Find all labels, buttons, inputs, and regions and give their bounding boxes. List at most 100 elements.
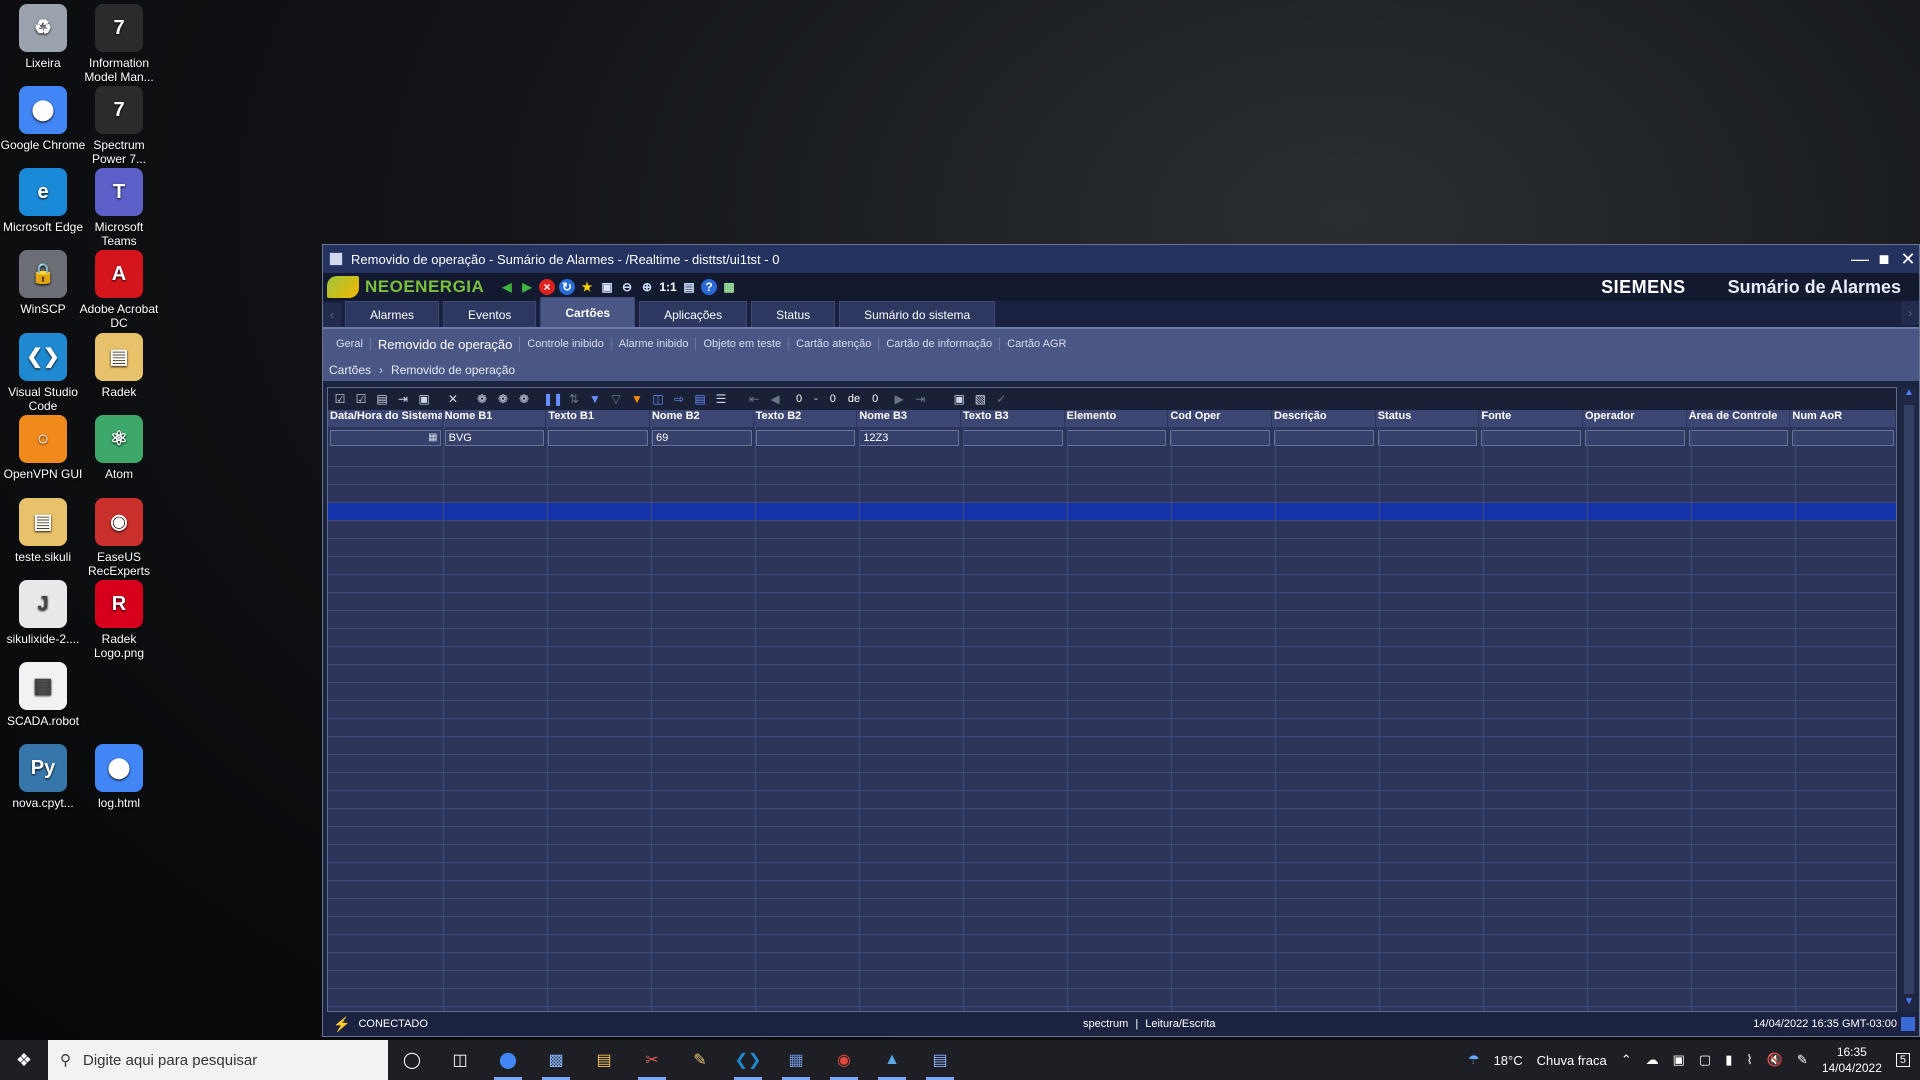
desktop-icon[interactable]: ❮❯ Visual Studio Code xyxy=(0,333,86,413)
favorite-star-icon[interactable]: ★ xyxy=(579,279,595,295)
maximize-button[interactable]: ■ xyxy=(1873,248,1895,270)
tab-aplica-es[interactable]: Aplicações xyxy=(639,301,748,327)
export-icon[interactable]: ▣ xyxy=(599,279,615,295)
weather-text[interactable]: Chuva fraca xyxy=(1537,1053,1607,1068)
tab-eventos[interactable]: Eventos xyxy=(443,301,537,327)
sort-icon[interactable]: ⇅ xyxy=(566,391,582,407)
column-filter-input[interactable] xyxy=(1066,430,1167,446)
desktop-icon[interactable]: ○ OpenVPN GUI xyxy=(0,415,86,481)
acknowledge-icon[interactable]: ☑ xyxy=(332,391,348,407)
taskbar-spectrum-icon[interactable]: ▦ xyxy=(772,1040,820,1080)
desktop-icon[interactable]: ▤ SCADA.robot xyxy=(0,662,86,728)
tab-alarmes[interactable]: Alarmes xyxy=(345,301,440,327)
table-row[interactable] xyxy=(328,665,1896,683)
tab-sum-rio-do-sistema[interactable]: Sumário do sistema xyxy=(839,301,996,327)
desktop-icon[interactable]: ⬤ Google Chrome xyxy=(0,86,86,152)
table-row[interactable] xyxy=(328,611,1896,629)
column-filter-input[interactable]: BVG xyxy=(444,430,545,446)
desktop-icon[interactable]: 7 Spectrum Power 7... xyxy=(76,86,162,166)
pen-icon[interactable]: ✎ xyxy=(1797,1052,1808,1068)
desktop-icon[interactable]: T Microsoft Teams xyxy=(76,168,162,248)
table-row[interactable] xyxy=(328,701,1896,719)
scroll-down-icon[interactable]: ▼ xyxy=(1901,996,1917,1012)
table-row[interactable] xyxy=(328,539,1896,557)
desktop-icon[interactable]: ♻ Lixeira xyxy=(0,4,86,70)
details-icon[interactable]: ▤ xyxy=(374,391,390,407)
tag-icon[interactable]: ❁ xyxy=(474,391,490,407)
table-row[interactable] xyxy=(328,557,1896,575)
forward-arrow-icon[interactable]: ▶ xyxy=(519,279,535,295)
desktop-icon[interactable]: 7 Information Model Man... xyxy=(76,4,162,84)
column-header[interactable]: Texto B3 xyxy=(961,410,1065,427)
filter-active-icon[interactable]: ▼ xyxy=(629,391,645,407)
table-row[interactable] xyxy=(328,683,1896,701)
table-row[interactable] xyxy=(328,755,1896,773)
column-filter-input[interactable] xyxy=(1377,430,1478,446)
taskbar-photos-icon[interactable]: ▲ xyxy=(868,1040,916,1080)
column-filter-input[interactable] xyxy=(1481,430,1582,446)
table-row[interactable] xyxy=(328,881,1896,899)
list-settings-icon[interactable]: ☰ xyxy=(713,391,729,407)
taskbar-paint-icon[interactable]: ✎ xyxy=(676,1040,724,1080)
calendar-icon[interactable]: ▦ xyxy=(428,431,437,445)
desktop-icon[interactable]: e Microsoft Edge xyxy=(0,168,86,234)
table-row[interactable] xyxy=(328,773,1896,791)
column-header[interactable]: Operador xyxy=(1583,410,1687,427)
column-filter-input[interactable] xyxy=(1688,430,1789,446)
battery-icon[interactable]: ▮ xyxy=(1725,1052,1732,1068)
desktop-icon[interactable]: Py nova.cpyt... xyxy=(0,744,86,810)
subtab-item[interactable]: Cartão AGR xyxy=(1000,338,1073,350)
display-icon[interactable]: ▢ xyxy=(1699,1052,1711,1068)
desktop-icon[interactable]: ▤ Radek xyxy=(76,333,162,399)
print-icon[interactable]: ▦ xyxy=(721,279,737,295)
tabs-scroll-left-icon[interactable]: ‹ xyxy=(323,303,341,327)
desktop-icon[interactable]: R Radek Logo.png xyxy=(76,580,162,660)
delete-icon[interactable]: ✕ xyxy=(445,391,461,407)
desktop-icon[interactable]: ⬤ log.html xyxy=(76,744,162,810)
column-header[interactable]: Área de Controle xyxy=(1687,410,1791,427)
taskbar-search[interactable]: ⚲ Digite aqui para pesquisar xyxy=(48,1040,388,1080)
column-filter-input[interactable] xyxy=(548,430,648,446)
taskbar-file-explorer-icon[interactable]: ▤ xyxy=(580,1040,628,1080)
filter-icon[interactable]: ▼ xyxy=(587,391,603,407)
subtab-item[interactable]: Removido de operação xyxy=(371,336,521,352)
volume-muted-icon[interactable]: 🔇 xyxy=(1767,1052,1783,1068)
tabs-scroll-right-icon[interactable]: › xyxy=(1901,301,1919,325)
table-row[interactable] xyxy=(328,737,1896,755)
column-header[interactable]: Nome B2 xyxy=(650,410,754,427)
table-row[interactable] xyxy=(328,593,1896,611)
help-icon[interactable]: ? xyxy=(701,279,717,295)
table-row[interactable] xyxy=(328,917,1896,935)
first-page-icon[interactable]: ⇤ xyxy=(746,391,762,407)
table-row[interactable] xyxy=(328,971,1896,989)
acknowledge-all-icon[interactable]: ☑ xyxy=(353,391,369,407)
notification-icon[interactable]: 5 xyxy=(1895,1053,1910,1067)
scroll-thumb[interactable] xyxy=(1904,405,1914,994)
start-button[interactable]: ❖ xyxy=(0,1040,48,1080)
zoom-out-icon[interactable]: ⊖ xyxy=(619,279,635,295)
table-row-selected[interactable] xyxy=(328,503,1896,521)
column-header[interactable]: Nome B3 xyxy=(857,410,961,427)
taskbar-chrome-icon[interactable]: ⬤ xyxy=(484,1040,532,1080)
wifi-icon[interactable]: ⌇ xyxy=(1746,1052,1752,1068)
column-header[interactable]: Texto B1 xyxy=(546,410,650,427)
document-icon[interactable]: ▤ xyxy=(681,279,697,295)
erase-icon[interactable]: ✓ xyxy=(993,391,1009,407)
column-filter-input[interactable] xyxy=(1585,430,1685,446)
pause-icon[interactable]: ❚❚ xyxy=(543,391,563,407)
minimize-button[interactable]: — xyxy=(1849,248,1871,270)
column-filter-input[interactable]: 12Z3 xyxy=(859,430,959,446)
taskbar-snipping-icon[interactable]: ✂ xyxy=(628,1040,676,1080)
subtab-item[interactable]: Controle inibido xyxy=(520,338,612,350)
table-row[interactable] xyxy=(328,809,1896,827)
window-titlebar[interactable]: Removido de operação - Sumário de Alarme… xyxy=(323,245,1919,273)
desktop-icon[interactable]: ▤ teste.sikuli xyxy=(0,498,86,564)
desktop-icon[interactable]: ⚛ Atom xyxy=(76,415,162,481)
cortana-icon[interactable]: ◯ xyxy=(388,1040,436,1080)
table-row[interactable] xyxy=(328,989,1896,1007)
subtab-item[interactable]: Cartão de informação xyxy=(879,338,1001,350)
taskbar-easeus-icon[interactable]: ◉ xyxy=(820,1040,868,1080)
table-row[interactable] xyxy=(328,647,1896,665)
column-filter-input[interactable]: 69 xyxy=(651,430,752,446)
stop-icon[interactable]: × xyxy=(539,279,555,295)
